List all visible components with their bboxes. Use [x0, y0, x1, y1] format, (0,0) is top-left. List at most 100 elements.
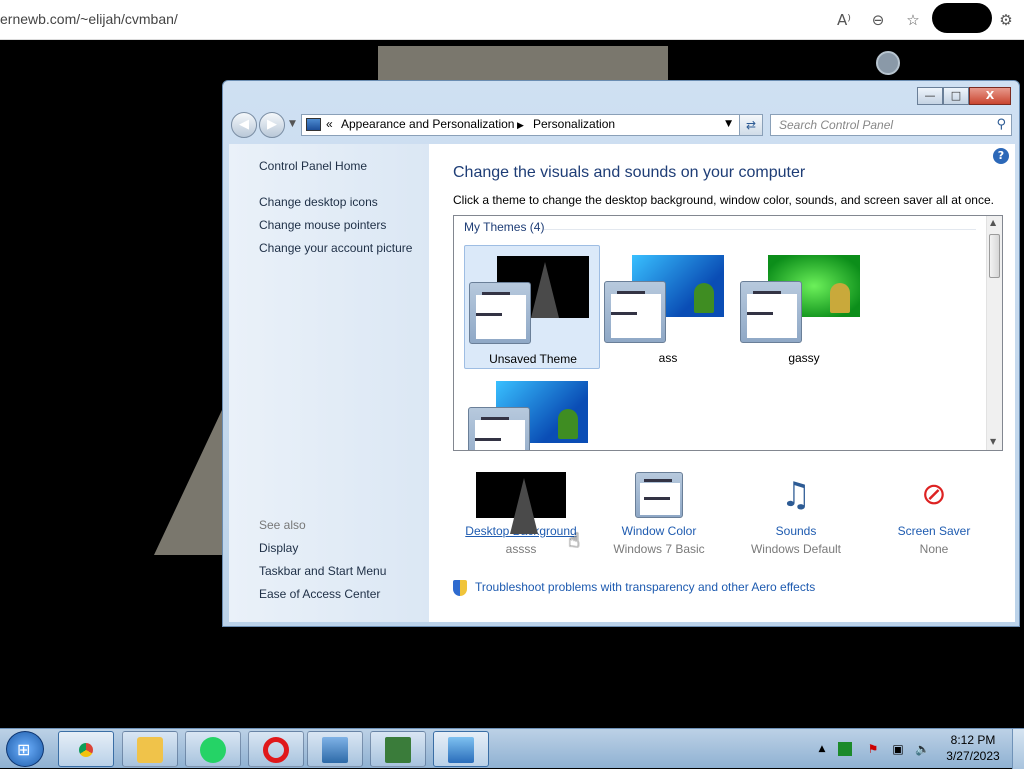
favorites-add-icon[interactable]: ☆	[903, 10, 923, 30]
caption-buttons: — □ X	[917, 87, 1011, 105]
control-panel-icon	[448, 737, 474, 763]
taskbar-start-menu-link[interactable]: Taskbar and Start Menu	[259, 564, 386, 578]
scroll-thumb[interactable]	[989, 234, 1000, 278]
change-desktop-icons-link[interactable]: Change desktop icons	[259, 195, 378, 209]
control-panel-home-link[interactable]: Control Panel Home	[259, 159, 367, 173]
zoom-out-icon[interactable]: ⊖	[868, 10, 888, 30]
action-center-icon[interactable]: ⚑	[866, 742, 880, 756]
screen-saver-link[interactable]: Screen Saver	[864, 524, 1004, 538]
themes-list: My Themes (4) Unsaved Theme ass gassy ▲ …	[453, 215, 1003, 451]
theme-name: gassy	[788, 351, 820, 365]
theme-fourth[interactable]	[464, 371, 600, 450]
opera-icon	[263, 737, 289, 763]
taskbar-chrome[interactable]	[58, 731, 114, 767]
scroll-up-icon[interactable]: ▲	[990, 218, 996, 227]
window-color-swatch	[740, 281, 802, 343]
scroll-down-icon[interactable]: ▼	[990, 437, 996, 446]
search-icon[interactable]: ⚲	[996, 117, 1006, 132]
minimize-button[interactable]: —	[917, 87, 943, 105]
themes-scrollbar[interactable]: ▲ ▼	[986, 216, 1002, 450]
chrome-icon	[73, 737, 99, 763]
taskbar-opera[interactable]	[248, 731, 304, 767]
breadcrumb-prefix[interactable]: «	[326, 117, 333, 131]
my-themes-group-label: My Themes (4)	[464, 220, 545, 234]
taskbar-monitor[interactable]	[370, 731, 426, 767]
group-divider	[544, 229, 976, 230]
display-link[interactable]: Display	[259, 541, 298, 555]
clock-date: 3/27/2023	[946, 749, 1000, 763]
network-icon[interactable]: ▣	[891, 742, 905, 756]
screen-saver-value: None	[919, 542, 949, 556]
maximize-button[interactable]: □	[943, 87, 969, 105]
redacted-profile	[932, 3, 992, 33]
recent-pages-icon[interactable]: ▼	[289, 119, 296, 129]
sounds-icon: ♫	[780, 475, 812, 515]
desktop-background-thumbnail	[476, 472, 566, 534]
window-color-item[interactable]: Window Color Windows 7 Basic	[589, 472, 729, 556]
volume-icon[interactable]: 🔈	[915, 742, 930, 756]
window-color-swatch	[468, 407, 530, 450]
help-icon[interactable]: ?	[993, 148, 1009, 164]
background-art	[378, 46, 668, 80]
breadcrumb-arrow-icon[interactable]: ▶	[517, 120, 524, 131]
taskbar-control-panel[interactable]	[433, 731, 489, 767]
window-color-link[interactable]: Window Color	[589, 524, 729, 538]
taskbar-photos[interactable]	[307, 731, 363, 767]
start-button[interactable]: ⊞	[6, 731, 44, 767]
clock-time: 8:12 PM	[950, 733, 996, 747]
content-area: Control Panel Home Change desktop icons …	[229, 144, 1015, 622]
address-dropdown-icon[interactable]: ▼	[725, 119, 732, 129]
show-hidden-icons-icon[interactable]: ▲	[815, 742, 829, 756]
search-box[interactable]: Search Control Panel ⚲	[770, 114, 1012, 136]
taskbar: ⊞ ▲ ⚑ ▣ 🔈 8:12 PM 3/27/2023	[0, 728, 1024, 769]
taskbar-explorer[interactable]	[122, 731, 178, 767]
breadcrumb-personalization[interactable]: Personalization	[533, 117, 615, 131]
theme-name: Unsaved Theme	[489, 352, 577, 366]
page-subtitle: Click a theme to change the desktop back…	[453, 193, 994, 207]
clock[interactable]: 8:12 PM 3/27/2023	[938, 732, 1008, 764]
shield-icon	[453, 580, 467, 596]
left-navigation-pane: Control Panel Home Change desktop icons …	[229, 144, 429, 622]
back-button[interactable]: ◀	[231, 112, 257, 138]
show-desktop-button[interactable]	[1012, 729, 1024, 769]
read-aloud-icon[interactable]: A⁾	[834, 10, 854, 30]
sounds-item[interactable]: ♫ Sounds Windows Default	[726, 472, 866, 556]
address-bar-url[interactable]: ernewb.com/~elijah/cvmban/	[0, 11, 178, 27]
control-panel-icon	[306, 118, 321, 131]
ease-of-access-link[interactable]: Ease of Access Center	[259, 587, 380, 601]
vm-status-icon	[876, 51, 900, 75]
sounds-link[interactable]: Sounds	[726, 524, 866, 538]
background-art-left	[154, 410, 222, 555]
hand-cursor-icon: ☝	[568, 528, 581, 552]
breadcrumb-appearance[interactable]: Appearance and Personalization	[341, 117, 514, 131]
address-bar[interactable]: « Appearance and Personalization ▶ Perso…	[301, 114, 763, 136]
window-color-swatch	[604, 281, 666, 343]
control-panel-window: — □ X ◀ ▶ ▼ « Appearance and Personaliza…	[222, 80, 1020, 627]
troubleshoot-link[interactable]: Troubleshoot problems with transparency …	[475, 580, 815, 594]
screen-saver-item[interactable]: ⊘ Screen Saver None	[864, 472, 1004, 556]
theme-ass[interactable]: ass	[600, 245, 736, 369]
change-account-picture-link[interactable]: Change your account picture	[259, 241, 412, 255]
window-color-swatch	[469, 282, 531, 344]
monitor-icon	[385, 737, 411, 763]
browser-toolbar: ernewb.com/~elijah/cvmban/ A⁾ ⊖ ☆ ⚙	[0, 0, 1024, 40]
taskbar-whatsapp[interactable]	[185, 731, 241, 767]
close-button[interactable]: X	[969, 87, 1011, 105]
theme-gassy[interactable]: gassy	[736, 245, 872, 369]
settings-icon[interactable]: ⚙	[996, 10, 1016, 30]
tray-app-icon[interactable]	[838, 742, 852, 756]
screen-saver-icon: ⊘	[921, 477, 947, 512]
whatsapp-icon	[200, 737, 226, 763]
refresh-button[interactable]: ⇄	[739, 114, 763, 136]
search-placeholder: Search Control Panel	[779, 118, 894, 132]
page-title: Change the visuals and sounds on your co…	[453, 164, 806, 181]
windows-logo-icon: ⊞	[17, 740, 31, 759]
theme-unsaved[interactable]: Unsaved Theme	[464, 245, 600, 369]
forward-button[interactable]: ▶	[259, 112, 285, 138]
change-mouse-pointers-link[interactable]: Change mouse pointers	[259, 218, 386, 232]
windows-explorer-icon	[137, 737, 163, 763]
window-color-icon	[635, 472, 683, 518]
theme-name: ass	[658, 351, 678, 365]
see-also-heading: See also	[259, 518, 306, 532]
photo-viewer-icon	[322, 737, 348, 763]
